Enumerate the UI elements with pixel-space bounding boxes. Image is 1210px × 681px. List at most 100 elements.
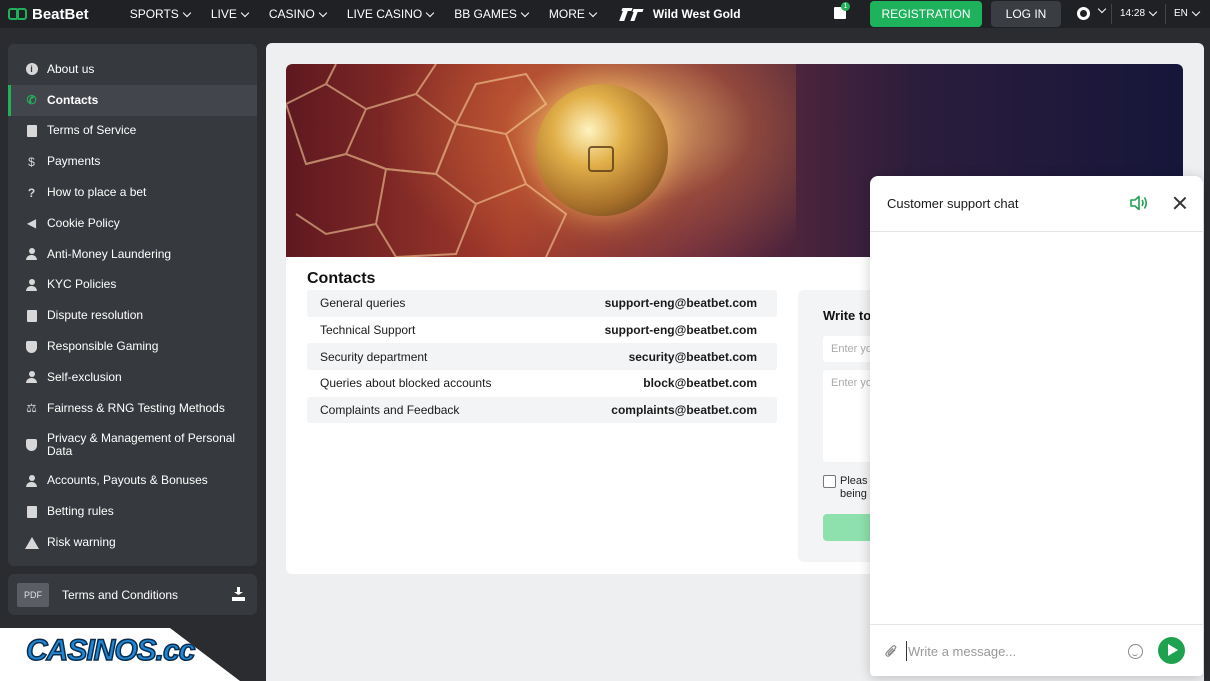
sidebar-item-label: KYC Policies [47,277,117,292]
top-navigation-bar: BeatBet SPORTS LIVE CASINO LIVE CASINO B… [0,0,1210,28]
emoji-icon[interactable] [1128,644,1143,659]
nav-live-casino-label: LIVE CASINO [346,7,423,21]
nav-bb-games[interactable]: BB GAMES [454,7,530,21]
registration-button[interactable]: REGISTRATION [870,1,982,27]
chevron-down-icon [520,8,530,17]
contacts-title: Contacts [307,270,376,287]
sidebar-item-fairness-rng[interactable]: ⚖ Fairness & RNG Testing Methods [8,393,257,424]
gear-icon[interactable] [1077,7,1090,20]
pdf-file-icon: PDF [17,582,49,607]
contact-email-link[interactable]: security@beatbet.com [629,350,757,364]
chevron-down-icon [1148,7,1158,17]
nav-sports-label: SPORTS [129,7,179,21]
document-icon [25,124,38,137]
contact-row: Technical Support support-eng@beatbet.co… [307,317,777,344]
sidebar-item-accounts-payouts-bonuses[interactable]: Accounts, Payouts & Bonuses [8,466,257,497]
promo-link-wild-west-gold[interactable]: Wild West Gold [619,6,741,22]
sidebar-item-label: Risk warning [47,535,116,550]
info-sidebar: i About us ✆ Contacts Terms of Service $… [8,44,257,566]
close-icon[interactable] [1173,196,1187,210]
sidebar-item-label: Responsible Gaming [47,339,159,354]
contact-row: Complaints and Feedback complaints@beatb… [307,396,777,424]
contact-row: Queries about blocked accounts block@bea… [307,370,777,397]
document-icon [25,309,38,322]
clock-time: 14:28 [1120,8,1146,19]
sidebar-item-responsible-gaming[interactable]: Responsible Gaming [8,331,257,362]
paperclip-icon[interactable] [884,644,898,658]
chat-composer [870,624,1203,676]
phone-icon: ✆ [26,93,37,108]
sidebar-item-risk-warning[interactable]: Risk warning [8,527,257,558]
chevron-down-icon [588,8,598,17]
sidebar-item-label: Terms of Service [47,123,137,138]
nav-casino-label: CASINO [268,7,315,21]
chevron-down-icon [182,8,192,17]
contact-label: Technical Support [320,323,416,338]
login-button[interactable]: LOG IN [991,1,1061,27]
sidebar-item-kyc-policies[interactable]: KYC Policies [8,270,257,301]
shield-icon [25,340,38,353]
sidebar-item-terms-of-service[interactable]: Terms of Service [8,116,257,147]
chat-message-input[interactable] [906,641,1118,661]
sidebar-item-self-exclusion[interactable]: Self-exclusion [8,362,257,393]
sidebar-item-label: Contacts [47,92,99,107]
chevron-down-icon [240,8,250,17]
contact-email-link[interactable]: support-eng@beatbet.com [605,296,757,310]
user-money-icon [25,474,38,487]
chat-title: Customer support chat [887,196,1019,211]
shield-icon [25,438,38,451]
nav-live[interactable]: LIVE [210,7,250,21]
dollar-icon: $ [28,154,35,169]
sidebar-item-label: Fairness & RNG Testing Methods [47,400,225,415]
contact-email-link[interactable]: support-eng@beatbet.com [605,323,757,337]
sidebar-item-anti-money-laundering[interactable]: Anti-Money Laundering [8,239,257,270]
contact-label: Complaints and Feedback [320,403,460,418]
send-message-button[interactable] [1158,637,1185,664]
consent-checkbox[interactable] [823,475,836,488]
nav-live-casino[interactable]: LIVE CASINO [346,7,435,21]
clock-selector[interactable]: 14:28 [1120,7,1158,19]
nav-more[interactable]: MORE [549,7,598,21]
chevron-down-icon [425,8,435,17]
sidebar-item-label: Payments [47,154,101,169]
brand-name: BeatBet [32,5,89,23]
support-chat-widget: Customer support chat [870,176,1203,676]
language-selector[interactable]: EN [1174,7,1201,19]
sidebar-item-dispute-resolution[interactable]: Dispute resolution [8,300,257,331]
sidebar-item-label: Dispute resolution [47,308,144,323]
sidebar-item-contacts[interactable]: ✆ Contacts [8,84,257,116]
sidebar-item-cookie-policy[interactable]: ◀ Cookie Policy [8,208,257,239]
sidebar-item-betting-rules[interactable]: Betting rules [8,496,257,527]
sidebar-item-label: Anti-Money Laundering [47,246,172,261]
megaphone-icon: ◀ [26,216,37,231]
user-check-icon [25,278,38,291]
scales-icon: ⚖ [26,401,37,416]
chevron-down-icon[interactable] [1097,4,1107,14]
sidebar-item-label: Cookie Policy [47,215,120,230]
contact-email-link[interactable]: block@beatbet.com [643,376,757,390]
pdf-label: Terms and Conditions [62,587,179,602]
contact-email-link[interactable]: complaints@beatbet.com [611,403,757,417]
nav-casino[interactable]: CASINO [268,7,328,21]
sidebar-item-label: Privacy & Management of Personal Data [47,430,236,458]
brand-logo[interactable]: BeatBet [8,6,89,23]
sidebar-item-payments[interactable]: $ Payments [8,146,257,177]
download-icon[interactable] [232,587,245,601]
language-code: EN [1174,8,1188,19]
sidebar-item-how-to-place-a-bet[interactable]: ? How to place a bet [8,177,257,208]
speaker-icon[interactable] [1129,195,1149,211]
sidebar-item-label: How to place a bet [47,185,147,200]
consent-label-line: being [840,488,867,500]
sidebar-item-about-us[interactable]: i About us [8,54,257,85]
sidebar-item-label: Betting rules [47,504,114,519]
contact-row: General queries support-eng@beatbet.com [307,290,777,317]
chevron-down-icon [318,8,328,17]
nav-sports[interactable]: SPORTS [129,7,192,21]
sidebar-item-privacy[interactable]: Privacy & Management of Personal Data [8,424,257,466]
sidebar-item-label: Accounts, Payouts & Bonuses [47,473,208,488]
nav-live-label: LIVE [210,7,237,21]
sidebar-item-label: Self-exclusion [47,369,122,384]
contact-label: Security department [320,349,428,364]
question-icon: ? [27,185,36,200]
terms-pdf-download[interactable]: PDF Terms and Conditions [8,574,257,615]
